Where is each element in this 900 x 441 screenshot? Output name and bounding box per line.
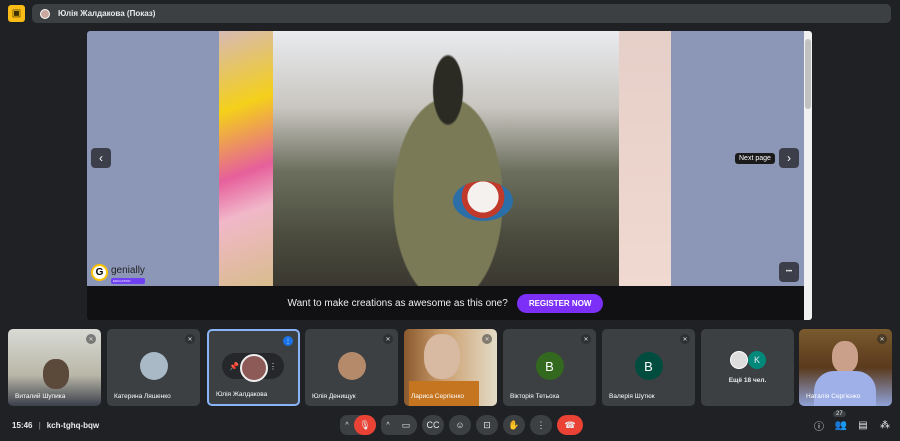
mic-off-icon: ✕ [581,334,591,344]
participant-tile[interactable]: ✕ Катерина Ляшенко [107,329,200,406]
video [814,371,876,406]
meeting-info: 15:46 | kch-tghq-bqw [12,420,100,430]
tooltip: Next page [735,153,775,164]
brand: genially [111,265,145,276]
mic-off-button[interactable]: 🎙 [354,415,376,435]
participant-tile[interactable]: ✕ Виталий Шупика [8,329,101,406]
register-button[interactable]: REGISTER NOW [516,293,604,313]
banner-text: Want to make creations as awesome as thi… [287,297,508,309]
genially-icon: G [91,263,108,281]
presentation: ‹ Next page › ••• Ggenially EDUCATION Wan… [87,31,812,320]
presenter-label: Юлія Жалдакова (Показ) [58,9,156,18]
end-call-button[interactable]: ☎ [557,415,583,435]
avatar [337,352,366,380]
info-icon[interactable]: ⓘ [808,418,830,433]
participant-tile[interactable]: ⋮ 📌 ⋮ Юлія Жалдакова [207,329,300,406]
promo-banner: Want to make creations as awesome as thi… [87,286,804,320]
participant-name: Вікторія Тетьоха [510,393,560,400]
emoji-button[interactable]: ☺ [449,415,471,435]
participant-name: Валерія Шутюк [609,393,655,400]
mic-off-icon: ✕ [86,334,96,344]
people-icon[interactable]: 👥 27 [830,410,852,431]
participant-tile[interactable]: ✕ Наталія Сергієнко [799,329,892,406]
mic-off-icon: ✕ [482,334,492,344]
presenter-bar[interactable]: Юлія Жалдакова (Показ) [32,4,891,23]
participant-tile[interactable]: ✕ В Вікторія Тетьоха [503,329,596,406]
present-button[interactable]: ⊡ [476,415,498,435]
participant-name: Виталий Шупика [15,393,66,400]
meeting-code: kch-tghq-bqw [46,420,100,430]
people-count: 27 [833,410,846,417]
mic-off-icon: ✕ [877,334,887,344]
audio-options-icon[interactable]: ^ [340,415,354,435]
participant-name: Наталія Сергієнко [806,393,861,400]
avatar [40,8,50,19]
video [424,334,460,379]
video [832,341,858,373]
participant-name: Юлія Денищук [312,393,356,400]
camera-button[interactable]: ▭ [395,415,417,435]
mic-off-icon: ✕ [185,334,195,344]
photo-easter-decor [219,31,273,286]
pin-icon[interactable]: 📌 [229,362,239,371]
participant-tile[interactable]: ✕ Лариса Сергієнко [404,329,497,406]
prev-page-button[interactable]: ‹ [91,148,111,168]
clock: 15:46 [12,420,33,430]
photo-soldier [273,31,619,286]
genially-logo[interactable]: Ggenially EDUCATION [91,260,145,284]
avatar [730,351,748,369]
photo-right [619,31,671,286]
more-options-button[interactable]: ••• [779,262,799,282]
captions-button[interactable]: CC [422,415,444,435]
participant-name: Юлія Жалдакова [216,391,268,398]
raise-hand-button[interactable]: ✋ [503,415,525,435]
participant-tile[interactable]: ✕ В Валерія Шутюк [602,329,695,406]
mic-off-icon: ✕ [680,334,690,344]
participant-name: Лариса Сергієнко [411,393,464,400]
participant-tile[interactable]: ✕ Юлія Денищук [305,329,398,406]
next-page-button[interactable]: › [779,148,799,168]
meet-logo-icon: ▣ [8,5,25,22]
avatar: В [535,352,564,380]
avatar: В [634,352,663,380]
call-controls: ^ 🎙 ^ ▭ CC ☺ ⊡ ✋ ⋮ ☎ [340,414,588,436]
avatar: K [748,351,766,369]
more-options-button[interactable]: ⋮ [530,415,552,435]
more-participants-tile[interactable]: K Ещё 18 чел. [701,329,794,406]
video [43,359,69,389]
avatar [139,352,168,380]
avatar [239,354,268,382]
slide: ‹ Next page › ••• Ggenially EDUCATION [87,31,804,286]
chat-icon[interactable]: ▤ [852,420,874,431]
video-options-icon[interactable]: ^ [381,415,395,435]
side-controls: ⓘ 👥 27 ▤ ⁂ [808,410,896,436]
speaking-icon: ⋮ [283,336,293,346]
scroll-thumb[interactable] [805,39,811,109]
participant-name: Катерина Ляшенко [114,393,171,400]
brand-badge: EDUCATION [111,278,145,284]
more-count: Ещё 18 чел. [728,377,767,384]
more-icon[interactable]: ⋮ [269,362,277,371]
activities-icon[interactable]: ⁂ [874,420,896,431]
mic-off-icon: ✕ [383,334,393,344]
